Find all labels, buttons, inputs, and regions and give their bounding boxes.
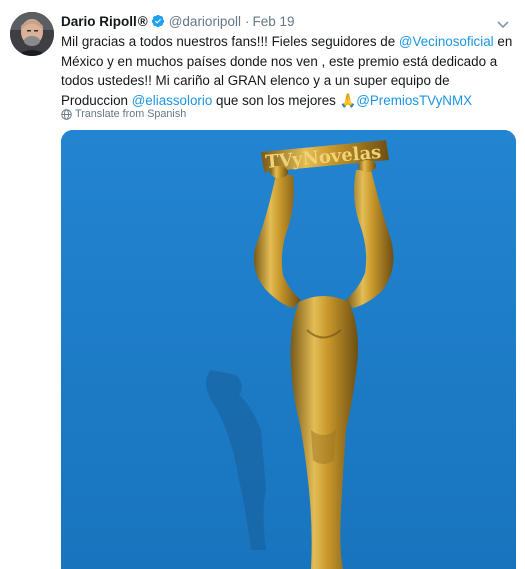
tweet-text-part: que son los mejores	[212, 93, 340, 109]
tweet-photo[interactable]: TVyNovelas	[61, 130, 516, 569]
tweet-text: Mil gracias a todos nuestros fans!!! Fie…	[61, 32, 513, 111]
display-name[interactable]: Dario Ripoll	[61, 14, 137, 29]
avatar-image	[10, 12, 54, 56]
tweet-text-part: Mil gracias a todos nuestros fans!!! Fie…	[61, 34, 399, 49]
chevron-down-icon[interactable]	[497, 16, 509, 29]
trophy-image: TVyNovelas	[61, 130, 516, 569]
tweet-card: Dario Ripoll ® @darioripoll · Feb 19 Mil…	[0, 0, 525, 569]
name-symbol: ®	[137, 13, 148, 29]
folded-hands-emoji: 🙏	[339, 93, 357, 109]
translate-label: Translate from Spanish	[75, 108, 187, 120]
translate-link[interactable]: Translate from Spanish	[61, 106, 186, 122]
mention-premiostvynmx[interactable]: @PremiosTVyNMX	[356, 93, 472, 108]
mention-vecinosoficial[interactable]: @Vecinosoficial	[399, 34, 494, 49]
verified-badge-icon	[151, 14, 165, 28]
user-handle[interactable]: @darioripoll	[169, 14, 241, 29]
tweet-header: Dario Ripoll ® @darioripoll · Feb 19	[61, 11, 511, 31]
separator-dot: ·	[244, 13, 250, 29]
avatar[interactable]	[10, 12, 54, 56]
globe-icon	[61, 108, 72, 120]
tweet-date[interactable]: Feb 19	[252, 14, 294, 29]
